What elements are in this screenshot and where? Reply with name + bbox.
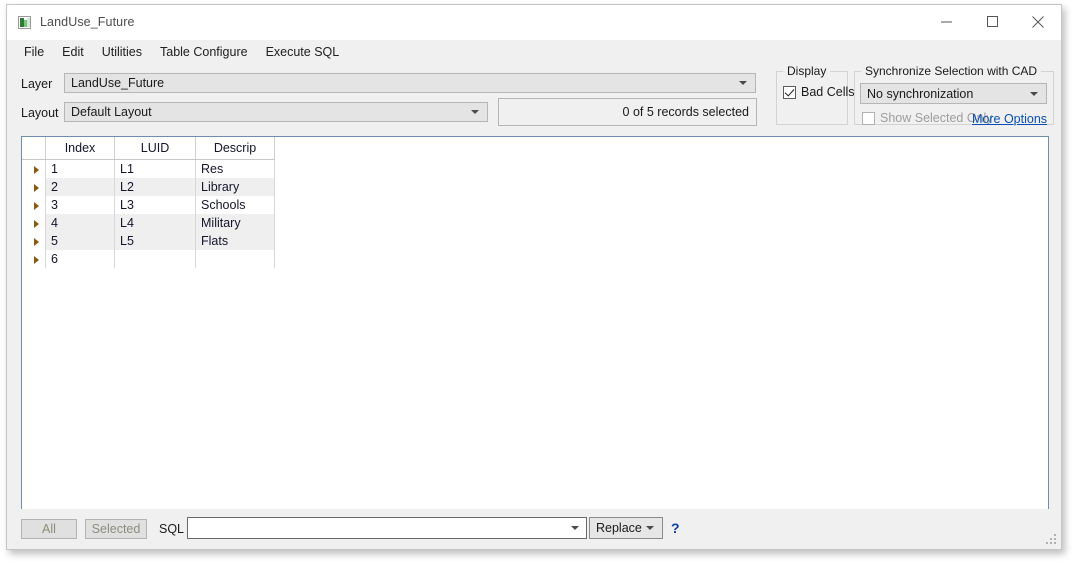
data-grid: Index LUID Descrip 1 L1 Res 2 L2 Library [22, 137, 275, 268]
bottom-toolbar: All Selected SQL Replace ? [7, 509, 1061, 549]
column-header-descrip[interactable]: Descrip [195, 137, 275, 160]
layout-combobox[interactable]: Default Layout [64, 102, 488, 122]
cell-luid[interactable] [114, 250, 196, 268]
row-selector-header [22, 137, 46, 160]
cell-index[interactable]: 6 [45, 250, 115, 268]
table-row[interactable]: 5 L5 Flats [22, 232, 275, 250]
sync-mode-value: No synchronization [867, 86, 974, 101]
maximize-icon[interactable] [969, 5, 1015, 38]
layer-value: LandUse_Future [71, 76, 165, 90]
menu-bar: File Edit Utilities Table Configure Exec… [7, 40, 1061, 64]
records-selected-status: 0 of 5 records selected [498, 98, 757, 126]
resize-grip[interactable] [1045, 534, 1057, 546]
table-row[interactable]: 2 L2 Library [22, 178, 275, 196]
checkbox-icon [783, 85, 796, 99]
app-chart-icon [18, 16, 31, 29]
column-header-index[interactable]: Index [45, 137, 115, 160]
cell-descrip[interactable]: Military [195, 214, 275, 232]
row-selector[interactable] [22, 159, 46, 178]
cell-descrip[interactable]: Flats [195, 232, 275, 250]
chevron-down-icon [571, 526, 579, 530]
chevron-down-icon [471, 110, 479, 114]
row-arrow-icon [33, 255, 39, 264]
menu-item-table-configure[interactable]: Table Configure [151, 42, 257, 62]
bad-cells-label: Bad Cells [801, 85, 855, 99]
cell-descrip[interactable]: Res [195, 159, 275, 178]
sql-input[interactable] [187, 517, 587, 539]
cell-luid[interactable]: L4 [114, 214, 196, 232]
selected-button[interactable]: Selected [85, 519, 147, 539]
close-icon[interactable] [1015, 5, 1061, 38]
application-window: LandUse_Future File Edit Utilities Table… [6, 4, 1062, 550]
sql-mode-value: Replace [596, 521, 642, 535]
row-arrow-icon [33, 237, 39, 246]
top-form-area: Layer LandUse_Future Layout Default Layo… [7, 64, 1061, 134]
sync-group-title: Synchronize Selection with CAD [861, 64, 1042, 78]
table-row[interactable]: 3 L3 Schools [22, 196, 275, 214]
window-title: LandUse_Future [40, 15, 135, 29]
cell-descrip[interactable]: Library [195, 178, 275, 196]
layer-combobox[interactable]: LandUse_Future [64, 73, 756, 93]
cell-luid[interactable]: L5 [114, 232, 196, 250]
window-controls [923, 5, 1061, 38]
row-arrow-icon [33, 219, 39, 228]
cell-index[interactable]: 2 [45, 178, 115, 196]
all-button[interactable]: All [21, 519, 77, 539]
display-group-title: Display [783, 64, 831, 78]
cell-descrip[interactable]: Schools [195, 196, 275, 214]
layout-value: Default Layout [71, 105, 152, 119]
menu-item-utilities[interactable]: Utilities [93, 42, 151, 62]
cell-luid[interactable]: L3 [114, 196, 196, 214]
row-arrow-icon [33, 201, 39, 210]
title-bar: LandUse_Future [7, 5, 1061, 40]
row-selector[interactable] [22, 214, 46, 232]
cell-index[interactable]: 3 [45, 196, 115, 214]
checkbox-icon [862, 111, 875, 125]
more-options-link[interactable]: More Options [972, 112, 1047, 126]
row-selector[interactable] [22, 232, 46, 250]
row-selector[interactable] [22, 250, 46, 268]
table-header-row: Index LUID Descrip [22, 137, 275, 160]
minimize-icon[interactable] [923, 5, 969, 38]
layout-label: Layout [21, 106, 59, 120]
chevron-down-icon [739, 81, 747, 85]
layer-label: Layer [21, 77, 53, 91]
chevron-down-icon [646, 526, 654, 530]
table-row[interactable]: 6 [22, 250, 275, 268]
sql-label: SQL [159, 522, 185, 536]
row-arrow-icon [33, 165, 39, 174]
row-arrow-icon [33, 183, 39, 192]
row-selector[interactable] [22, 178, 46, 196]
cell-index[interactable]: 5 [45, 232, 115, 250]
table-row[interactable]: 4 L4 Military [22, 214, 275, 232]
cell-luid[interactable]: L1 [114, 159, 196, 178]
table-body: 1 L1 Res 2 L2 Library 3 L3 Schools 4 L4 … [22, 159, 275, 268]
sql-mode-combobox[interactable]: Replace [589, 517, 663, 539]
column-header-luid[interactable]: LUID [114, 137, 196, 160]
cell-descrip[interactable] [195, 250, 275, 268]
menu-item-execute-sql[interactable]: Execute SQL [257, 42, 349, 62]
chevron-down-icon [1030, 91, 1038, 96]
menu-item-file[interactable]: File [15, 42, 53, 62]
help-button[interactable]: ? [671, 520, 680, 536]
bad-cells-checkbox[interactable]: Bad Cells [783, 85, 855, 99]
row-selector[interactable] [22, 196, 46, 214]
cell-index[interactable]: 4 [45, 214, 115, 232]
table-row[interactable]: 1 L1 Res [22, 159, 275, 178]
data-grid-panel[interactable]: Index LUID Descrip 1 L1 Res 2 L2 Library [21, 136, 1049, 510]
cell-luid[interactable]: L2 [114, 178, 196, 196]
records-selected-text: 0 of 5 records selected [622, 105, 749, 119]
menu-item-edit[interactable]: Edit [53, 42, 93, 62]
sync-mode-combobox[interactable]: No synchronization [860, 83, 1047, 104]
cell-index[interactable]: 1 [45, 159, 115, 178]
